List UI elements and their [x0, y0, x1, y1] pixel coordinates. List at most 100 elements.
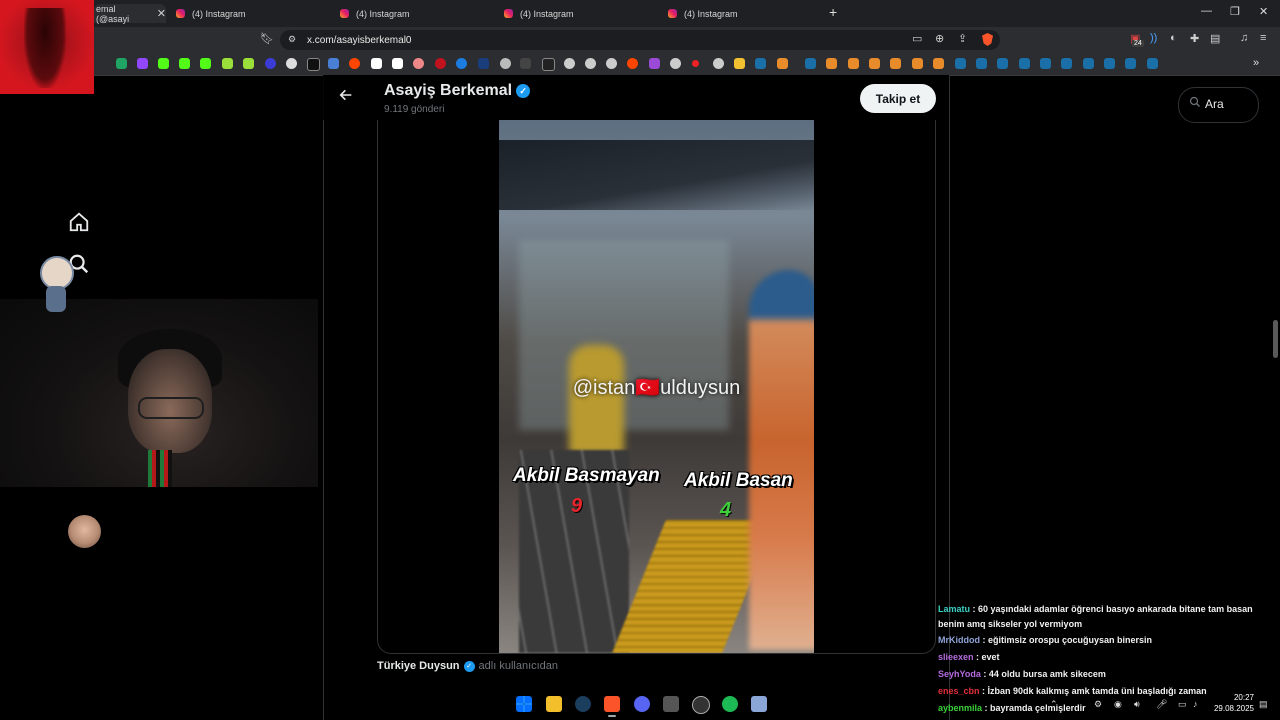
bookmark-site-icon[interactable] [826, 58, 837, 69]
bookmark-site-icon[interactable] [500, 58, 511, 69]
puzzle-icon[interactable]: ✚ [1190, 32, 1199, 45]
tray-app-icon[interactable]: ⚙︎ [1094, 699, 1102, 710]
attribution-author[interactable]: Türkiye Duysun [377, 660, 460, 672]
bookmark-steam-icon[interactable] [755, 58, 766, 69]
bookmark-site-icon[interactable] [692, 60, 699, 67]
bookmark-site-icon[interactable] [912, 58, 923, 69]
menu-icon[interactable]: ≡ [1260, 32, 1266, 44]
bookmark-site-icon[interactable] [371, 58, 382, 69]
bookmark-kick-icon[interactable] [200, 58, 211, 69]
new-tab-button[interactable]: + [829, 4, 837, 20]
bookmark-steam-icon[interactable] [955, 58, 966, 69]
bookmark-site-icon[interactable] [933, 58, 944, 69]
bookmark-steam-icon[interactable] [1019, 58, 1030, 69]
bookmark-twitch-icon[interactable] [137, 58, 148, 69]
bookmark-site-icon[interactable] [869, 58, 880, 69]
bookmark-site-icon[interactable] [713, 58, 724, 69]
extension-2-icon[interactable]: ◐ [1170, 32, 1177, 44]
close-icon[interactable]: ✕ [157, 7, 166, 20]
follow-button[interactable]: Takip et [860, 84, 936, 113]
steam-icon[interactable] [575, 696, 591, 712]
minimize-button[interactable]: — [1201, 5, 1212, 17]
bookmark-x-icon[interactable] [307, 58, 320, 71]
tray-steam-icon[interactable]: ◉ [1114, 699, 1122, 710]
bookmark-site-icon[interactable] [478, 58, 489, 69]
instagram-icon [176, 9, 185, 18]
bookmark-site-icon[interactable] [848, 58, 859, 69]
bookmark-site-icon[interactable] [606, 58, 617, 69]
bookmarks-more-icon[interactable]: » [1253, 57, 1259, 69]
app2-icon[interactable] [751, 696, 767, 712]
bookmark-site-icon[interactable] [585, 58, 596, 69]
wifi-extension-icon[interactable]: )) [1150, 32, 1157, 44]
tab-instagram-3[interactable]: (4) Instagram [504, 4, 574, 23]
file-explorer-icon[interactable] [546, 696, 562, 712]
bookmark-site-icon[interactable] [413, 58, 424, 69]
bookmark-kick-icon[interactable] [179, 58, 190, 69]
zoom-icon[interactable]: ⊕ [935, 32, 944, 45]
chat-user: Lamatu [938, 604, 971, 614]
page-scrollbar[interactable] [1273, 320, 1278, 358]
bookmark-steam-icon[interactable] [1083, 58, 1094, 69]
bookmark-site-icon[interactable] [243, 58, 254, 69]
bookmark-kick-icon[interactable] [158, 58, 169, 69]
tab-x-profile[interactable]: emal (@asayi ✕ [94, 4, 166, 24]
bookmark-site-icon[interactable] [520, 58, 531, 69]
tab-instagram-1[interactable]: (4) Instagram [176, 4, 246, 23]
spotify-icon[interactable] [722, 696, 738, 712]
bookmark-site-icon[interactable] [286, 58, 297, 69]
bookmark-reddit-icon[interactable] [627, 58, 638, 69]
bookmark-steam-icon[interactable] [805, 58, 816, 69]
bookmark-site-icon[interactable] [649, 58, 660, 69]
bookmark-steam-icon[interactable] [1147, 58, 1158, 69]
obs-icon[interactable] [692, 696, 710, 714]
bookmark-steam-icon[interactable] [997, 58, 1008, 69]
bookmark-site-icon[interactable] [670, 58, 681, 69]
home-icon[interactable] [68, 211, 90, 238]
tray-volume-icon[interactable]: 🔊︎ [1134, 699, 1140, 710]
cast-icon[interactable]: ▭ [912, 32, 922, 45]
bookmark-reddit-icon[interactable] [349, 58, 360, 69]
bookmark-amazon-icon[interactable] [392, 58, 403, 69]
bookmark-steam-icon[interactable] [1061, 58, 1072, 69]
bookmark-steam-icon[interactable] [1040, 58, 1051, 69]
bookmark-steam-icon[interactable] [1104, 58, 1115, 69]
bookmark-site-icon[interactable] [328, 58, 339, 69]
bookmark-site-icon[interactable] [777, 58, 788, 69]
sidebar-icon[interactable]: ▤ [1210, 32, 1220, 45]
bookmark-icon[interactable]: 🔖︎ [260, 32, 274, 45]
tab-instagram-4[interactable]: (4) Instagram [668, 4, 738, 23]
tray-mic-icon[interactable]: 🎤︎ [1156, 699, 1167, 710]
bookmark-site-icon[interactable] [542, 58, 555, 71]
share-icon[interactable]: ⇪ [958, 32, 967, 45]
bookmark-site-icon[interactable] [890, 58, 901, 69]
windows-start-icon[interactable] [516, 696, 532, 712]
back-arrow-icon[interactable] [338, 87, 354, 108]
media-icon[interactable]: ♫ [1240, 32, 1248, 44]
video-watermark: @istan🇹🇷ulduysun [572, 377, 741, 399]
bookmark-site-icon[interactable] [222, 58, 233, 69]
site-info-icon[interactable]: ⚙︎ [288, 34, 296, 45]
video-count-left: 9 [571, 495, 583, 517]
discord-icon[interactable] [634, 696, 650, 712]
notification-icon[interactable]: ▤ [1259, 699, 1268, 710]
tray-speaker-icon[interactable]: ♪ [1193, 699, 1198, 709]
tab-instagram-2[interactable]: (4) Instagram [340, 4, 410, 23]
bookmark-site-icon[interactable] [456, 58, 467, 69]
maximize-button[interactable]: ❐ [1230, 5, 1240, 18]
brave-browser-icon[interactable] [604, 696, 620, 712]
close-window-button[interactable]: ✕ [1259, 5, 1268, 18]
taskbar-clock[interactable]: 20:27 29.08.2025 [1206, 692, 1254, 714]
app-icon[interactable] [663, 696, 679, 712]
post-video[interactable]: @istan🇹🇷ulduysun Akbil Basmayan 9 Akbil … [499, 120, 814, 653]
bookmark-steam-icon[interactable] [1125, 58, 1136, 69]
tray-network-icon[interactable]: ▭ [1178, 699, 1187, 710]
bookmark-site-icon[interactable] [265, 58, 276, 69]
bookmark-folder-icon[interactable] [734, 58, 745, 69]
bookmark-site-icon[interactable] [435, 58, 446, 69]
active-app-indicator [608, 715, 616, 717]
bookmark-steam-icon[interactable] [976, 58, 987, 69]
tray-chevron-icon[interactable]: ⌃ [1050, 699, 1058, 710]
bookmark-site-icon[interactable] [564, 58, 575, 69]
bookmark-drive-icon[interactable] [116, 58, 127, 69]
